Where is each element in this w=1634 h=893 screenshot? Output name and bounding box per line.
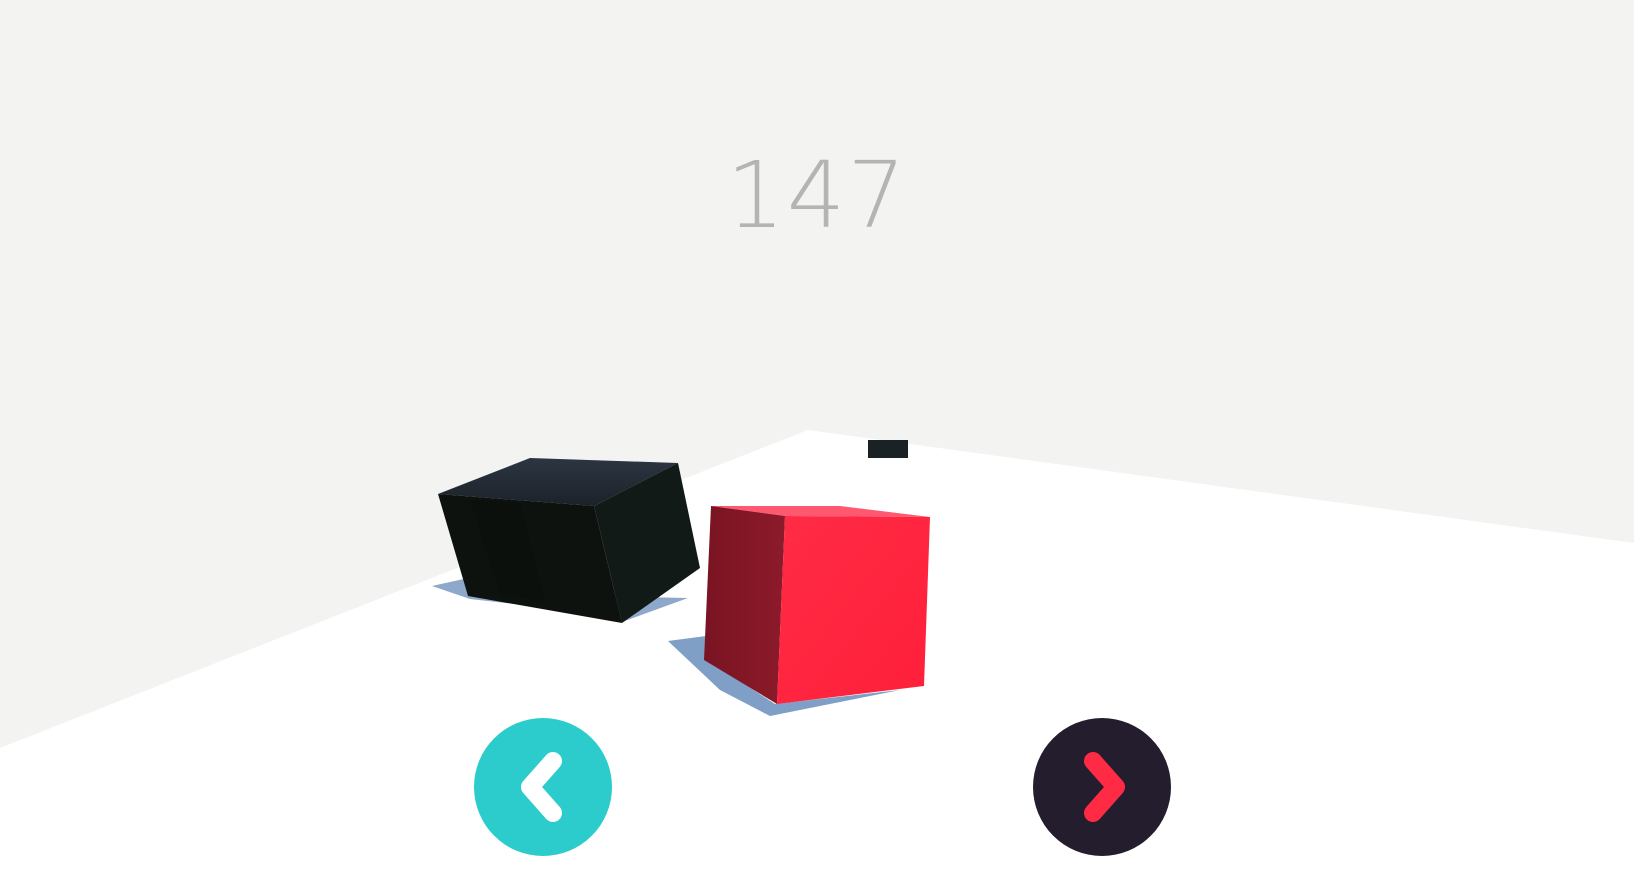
move-right-button[interactable] (1033, 718, 1171, 856)
player-cube (704, 506, 930, 704)
game-scene (0, 430, 1634, 893)
move-left-button[interactable] (474, 718, 612, 856)
move-left-button-bg (474, 718, 612, 856)
distant-obstacle (868, 440, 908, 458)
score-counter: 147 (726, 142, 908, 249)
game-stage: 147 (0, 0, 1634, 893)
move-right-button-bg (1033, 718, 1171, 856)
